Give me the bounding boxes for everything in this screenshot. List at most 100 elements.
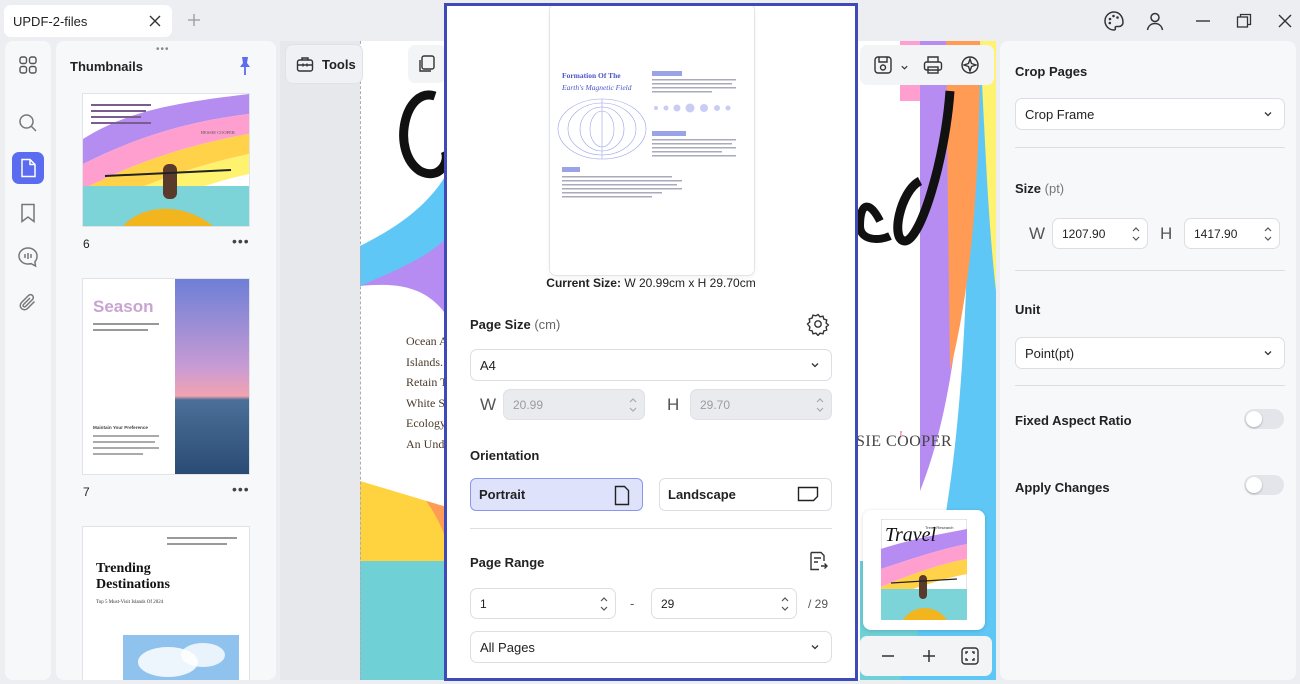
close-icon[interactable] — [144, 10, 166, 32]
portrait-option[interactable]: Portrait — [470, 478, 643, 511]
stepper-arrows-icon[interactable] — [815, 394, 825, 416]
chevron-down-icon — [1264, 112, 1272, 117]
range-from-input[interactable]: 1 — [470, 588, 616, 619]
fixed-aspect-toggle[interactable] — [1244, 409, 1284, 429]
page-size-value: A4 — [480, 357, 496, 373]
thumb-author: BESSIE COOPER — [201, 130, 235, 135]
palette-icon[interactable] — [1101, 8, 1127, 34]
document-author: SIE COOPER — [856, 433, 953, 450]
crop-pages-title: Crop Pages — [1015, 64, 1088, 79]
crop-mode-select[interactable]: Crop Frame — [1015, 98, 1285, 130]
crop-pages-panel: Crop Pages Crop Frame Size (pt) W 1207.9… — [1000, 41, 1296, 680]
zoom-out-icon[interactable] — [880, 648, 896, 669]
divider — [1015, 385, 1285, 386]
divider — [470, 528, 832, 529]
stepper-arrows-icon[interactable] — [599, 593, 609, 615]
page-size-label: Page Size (cm) — [470, 317, 561, 332]
gear-icon[interactable] — [806, 312, 830, 341]
save-icon[interactable] — [872, 54, 894, 81]
page-thumbnail[interactable]: BESSIE COOPER — [83, 94, 249, 226]
pin-icon[interactable] — [234, 55, 256, 77]
page-icon[interactable] — [12, 152, 44, 184]
range-to-input[interactable]: 29 — [651, 588, 797, 619]
thumb-sub: Maintain Your Preference — [93, 425, 148, 430]
more-options-icon[interactable]: ••• — [232, 233, 250, 249]
divider — [1015, 270, 1285, 271]
thumb-sub: Top 5 Must-Visit Islands Of 2024 — [96, 600, 164, 605]
mini-preview-image: Travel Trend Research — [881, 519, 967, 620]
mini-sub: Trend Research — [925, 525, 954, 530]
page-range-value: All Pages — [480, 639, 535, 655]
apply-changes-label: Apply Changes — [1015, 480, 1110, 495]
plus-icon[interactable] — [183, 9, 205, 31]
crop-guide-line — [360, 41, 361, 680]
kayak-cover-image: BESSIE COOPER — [83, 94, 249, 226]
minimize-icon[interactable] — [1190, 8, 1216, 34]
page-range-label: Page Range — [470, 555, 545, 570]
landscape-icon — [797, 486, 819, 502]
preview-title-1: Formation Of The — [562, 71, 621, 80]
page-size-select[interactable]: A4 — [470, 349, 832, 381]
page-tool-button[interactable] — [408, 45, 446, 83]
orientation-label: Orientation — [470, 448, 540, 463]
page-size-dialog: Formation Of The Earth's Magnetic Field … — [444, 3, 858, 681]
tab-title: UPDF-2-files — [13, 14, 88, 29]
zoom-in-icon[interactable] — [921, 648, 937, 669]
thumbnails-title: Thumbnails — [70, 59, 143, 74]
grid-view-icon[interactable] — [12, 49, 44, 81]
page-preview: Formation Of The Earth's Magnetic Field — [550, 6, 754, 275]
page-width-input[interactable]: 20.99 — [503, 389, 645, 420]
copy-page-icon — [419, 55, 435, 72]
fit-page-icon[interactable] — [960, 646, 980, 671]
stepper-arrows-icon[interactable] — [780, 593, 790, 615]
print-icon[interactable] — [922, 54, 944, 81]
fixed-aspect-label: Fixed Aspect Ratio — [1015, 413, 1132, 428]
zoom-toolbar — [860, 636, 992, 676]
stepper-arrows-icon[interactable] — [1263, 223, 1273, 245]
chevron-down-icon — [811, 363, 819, 368]
page-thumbnail[interactable]: Season Maintain Your Preference — [83, 279, 249, 474]
unit-select[interactable]: Point(pt) — [1015, 337, 1285, 369]
portrait-icon — [614, 485, 630, 506]
divider — [1015, 147, 1285, 148]
height-letter: H — [667, 395, 680, 414]
chevron-down-icon[interactable] — [900, 59, 909, 77]
mini-preview[interactable]: Travel Trend Research — [863, 510, 985, 630]
user-icon[interactable] — [1142, 8, 1168, 34]
bookmark-icon[interactable] — [12, 197, 44, 229]
search-icon[interactable] — [12, 107, 44, 139]
preview-title-2: Earth's Magnetic Field — [561, 83, 632, 92]
page-thumbnail[interactable]: Trending Destinations Top 5 Must-Visit I… — [83, 527, 249, 680]
close-window-icon[interactable] — [1272, 8, 1298, 34]
thumb-page-number: 7 — [83, 485, 90, 499]
ai-assistant-icon[interactable] — [958, 53, 982, 82]
floating-toolbar — [860, 45, 994, 85]
size-label: Size (pt) — [1015, 181, 1065, 196]
width-letter: W — [480, 395, 497, 414]
restore-icon[interactable] — [1231, 8, 1257, 34]
stepper-arrows-icon[interactable] — [1131, 223, 1141, 245]
season-page-image: Season Maintain Your Preference — [83, 279, 249, 474]
landscape-option[interactable]: Landscape — [659, 478, 832, 511]
stepper-arrows-icon[interactable] — [628, 394, 638, 416]
more-options-icon[interactable]: ••• — [232, 481, 250, 497]
apply-changes-toggle[interactable] — [1244, 475, 1284, 495]
page-height-input[interactable]: 29.70 — [690, 389, 832, 420]
thumb-title: Season — [93, 297, 153, 316]
thumbnails-panel: ••• Thumbnails BESSIE COOPER 6 ••• Seaso… — [56, 41, 276, 680]
page-range-icon[interactable] — [807, 550, 829, 577]
attachment-icon[interactable] — [12, 286, 44, 318]
document-tab[interactable]: UPDF-2-files — [4, 5, 172, 37]
crop-width-input[interactable]: 1207.90 — [1052, 218, 1148, 249]
toolbox-icon — [296, 57, 314, 72]
panel-grip-icon[interactable]: ••• — [156, 44, 170, 55]
crop-height-input[interactable]: 1417.90 — [1184, 218, 1280, 249]
page-range-select[interactable]: All Pages — [470, 631, 832, 663]
trending-page-image: Trending Destinations Top 5 Must-Visit I… — [83, 527, 249, 680]
chevron-down-icon — [811, 645, 819, 650]
comment-icon[interactable] — [12, 241, 44, 273]
range-dash: - — [630, 596, 635, 611]
tools-button[interactable]: Tools — [285, 44, 363, 84]
svg-text:Destinations: Destinations — [96, 577, 170, 592]
tools-label: Tools — [322, 56, 356, 72]
